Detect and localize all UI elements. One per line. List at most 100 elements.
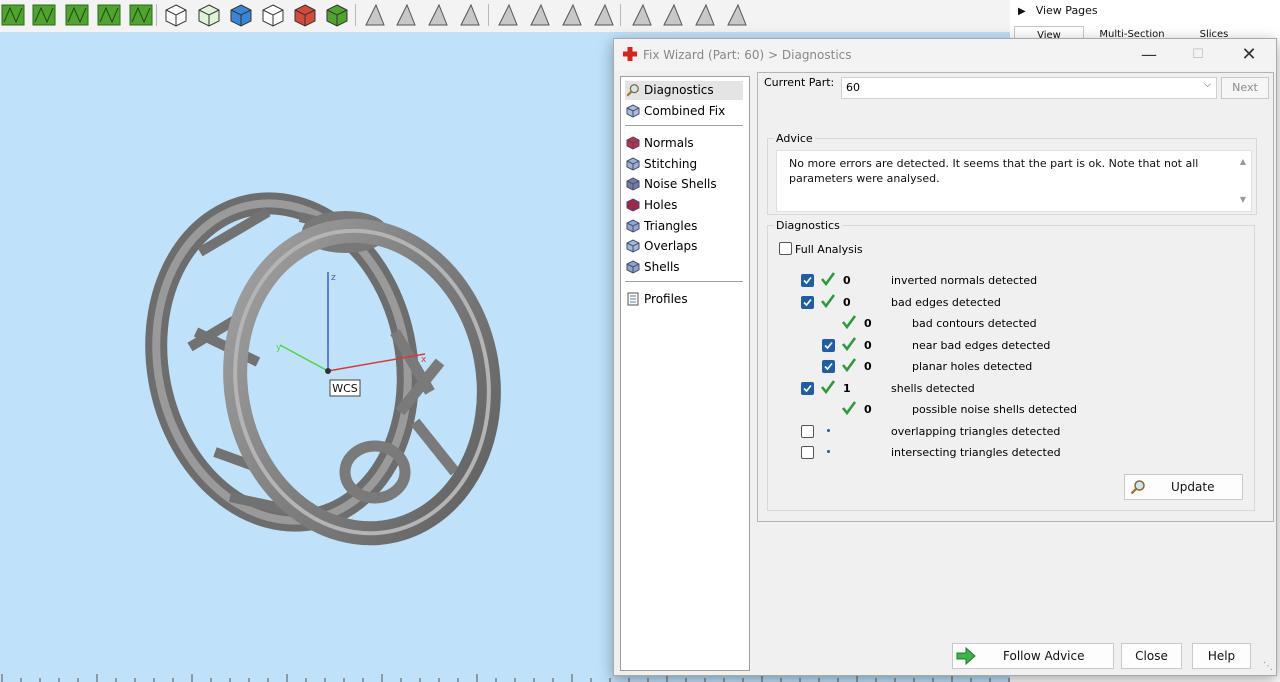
shells-cube-icon xyxy=(626,260,640,274)
z-axis-label: z xyxy=(331,273,336,283)
nav-item-label: Normals xyxy=(644,136,694,151)
y-axis-label: y xyxy=(276,343,282,353)
noise-shells-icon xyxy=(626,177,640,191)
nav-item-triangles[interactable]: Triangles xyxy=(625,217,743,236)
box-red-icon[interactable] xyxy=(292,2,318,28)
triangle-brush-icon[interactable] xyxy=(425,2,451,28)
green-arrow-icon xyxy=(956,646,976,673)
normals-cube-icon xyxy=(626,136,640,150)
overlaps-cube-icon xyxy=(626,239,640,253)
next-button[interactable]: Next xyxy=(1221,77,1269,99)
triangle-copy-icon[interactable] xyxy=(559,2,585,28)
diagnostic-checkbox[interactable] xyxy=(801,274,814,287)
close-icon[interactable]: ✕ xyxy=(1234,45,1264,65)
nav-item-label: Triangles xyxy=(644,218,698,233)
current-part-select[interactable]: 60 ⌵ xyxy=(841,77,1217,99)
stitching-cube-icon xyxy=(626,157,640,171)
triangle-select-icon[interactable] xyxy=(362,2,388,28)
resize-grip-icon[interactable]: ⋱ xyxy=(1263,661,1273,672)
status-dot-icon xyxy=(827,450,830,453)
nav-item-label: Diagnostics xyxy=(644,83,714,97)
triangle-grey-icon[interactable] xyxy=(527,2,553,28)
maximize-icon[interactable]: ☐ xyxy=(1183,45,1213,65)
fix-nav-list: Diagnostics Combined Fix Normals Stitching N… xyxy=(620,76,750,671)
green-check-icon xyxy=(820,271,836,287)
advice-text: No more errors are detected. It seems th… xyxy=(789,157,1199,185)
nav-item-overlaps[interactable]: Overlaps xyxy=(625,237,743,256)
fix-wizard-dialog: Fix Wizard (Part: 60) > Diagnostics — ☐ … xyxy=(613,38,1277,676)
sphere-icon[interactable] xyxy=(96,2,122,28)
triangle-delete-icon[interactable] xyxy=(495,2,521,28)
triangle-mark-icon[interactable] xyxy=(724,2,750,28)
diagnostic-checkbox[interactable] xyxy=(801,381,814,395)
triangles-cube-icon xyxy=(626,219,640,233)
diagnostic-description: planar holes detected xyxy=(912,360,1033,373)
nav-item-stitching[interactable]: Stitching xyxy=(625,155,743,174)
main-toolbar xyxy=(0,0,1010,32)
view-pages-label: View Pages xyxy=(1035,4,1098,17)
nav-item-combined-fix[interactable]: Combined Fix xyxy=(625,102,743,121)
diagnostic-checkbox[interactable] xyxy=(801,424,814,438)
nav-item-noise-shells[interactable]: Noise Shells xyxy=(625,175,743,194)
box-front-icon[interactable] xyxy=(196,2,222,28)
advice-textbox: No more errors are detected. It seems th… xyxy=(776,150,1252,212)
nav-item-normals[interactable]: Normals xyxy=(625,134,743,153)
close-button[interactable]: Close xyxy=(1121,643,1182,669)
diagnostic-checkbox[interactable] xyxy=(822,338,835,352)
box-color-icon[interactable] xyxy=(228,2,254,28)
box-view-icon[interactable] xyxy=(163,2,189,28)
green-check-icon xyxy=(820,379,836,395)
triangle-magnify-icon[interactable] xyxy=(629,2,655,28)
diagnostic-checkbox[interactable] xyxy=(822,360,835,373)
pie-icon[interactable] xyxy=(128,2,154,28)
green-check-icon xyxy=(841,357,857,373)
follow-advice-label: Follow Advice xyxy=(1003,649,1085,663)
wireframe-icon[interactable] xyxy=(0,2,26,28)
wcs-label: WCS xyxy=(332,382,358,395)
help-button[interactable]: Help xyxy=(1192,643,1251,669)
diagnostic-description: possible noise shells detected xyxy=(912,403,1078,416)
toolbar-separator xyxy=(355,4,356,26)
follow-advice-button[interactable]: Follow Advice xyxy=(952,643,1114,669)
cube-fix-icon xyxy=(626,104,640,118)
nav-separator xyxy=(625,125,743,127)
diagnostic-count: 1 xyxy=(843,381,851,395)
diagnostic-description: shells detected xyxy=(891,381,975,395)
diagnostic-checkbox[interactable] xyxy=(801,446,814,459)
diagnostic-description: bad edges detected xyxy=(891,295,1001,309)
view-pages-header[interactable]: ▶ View Pages xyxy=(1018,4,1098,17)
nav-item-diagnostics[interactable]: Diagnostics xyxy=(625,81,743,100)
box-outline-icon[interactable] xyxy=(260,2,286,28)
triangle-flat-icon[interactable] xyxy=(591,2,617,28)
magnifier-icon xyxy=(1130,479,1146,504)
scroll-up-icon[interactable]: ▲ xyxy=(1240,157,1246,166)
nav-separator xyxy=(625,281,743,283)
update-button[interactable]: Update xyxy=(1124,474,1243,500)
dialog-titlebar[interactable]: Fix Wizard (Part: 60) > Diagnostics — ☐ … xyxy=(614,39,1276,71)
nav-item-shells[interactable]: Shells xyxy=(625,258,743,277)
nav-item-label: Stitching xyxy=(644,156,698,171)
full-analysis-checkbox[interactable] xyxy=(779,242,792,255)
shaded-icon[interactable] xyxy=(31,2,57,28)
minimize-icon[interactable]: — xyxy=(1134,45,1164,65)
cluster-icon[interactable] xyxy=(64,2,90,28)
nav-item-profiles[interactable]: Profiles xyxy=(625,290,743,309)
nav-item-holes[interactable]: Holes xyxy=(625,196,743,215)
box-green-icon[interactable] xyxy=(324,2,350,28)
diagnostic-description: near bad edges detected xyxy=(912,338,1051,352)
diagnostic-count: 0 xyxy=(864,317,872,330)
diagnostic-count: 0 xyxy=(864,403,872,416)
nav-item-label: Overlaps xyxy=(644,239,698,254)
update-label: Update xyxy=(1171,480,1215,494)
toolbar-separator xyxy=(488,4,489,26)
triangle-view-icon[interactable] xyxy=(660,2,686,28)
diagnostic-checkbox[interactable] xyxy=(801,295,814,309)
toolbar-separator xyxy=(620,4,621,26)
triangle-blue-icon[interactable] xyxy=(457,2,483,28)
document-icon xyxy=(626,292,640,306)
triangle-eye-icon[interactable] xyxy=(692,2,718,28)
triangle-edit-icon[interactable] xyxy=(393,2,419,28)
expand-arrow-icon[interactable]: ▶ xyxy=(1018,6,1026,17)
scroll-down-icon[interactable]: ▼ xyxy=(1240,195,1246,204)
diagnostic-description: bad contours detected xyxy=(912,317,1037,330)
